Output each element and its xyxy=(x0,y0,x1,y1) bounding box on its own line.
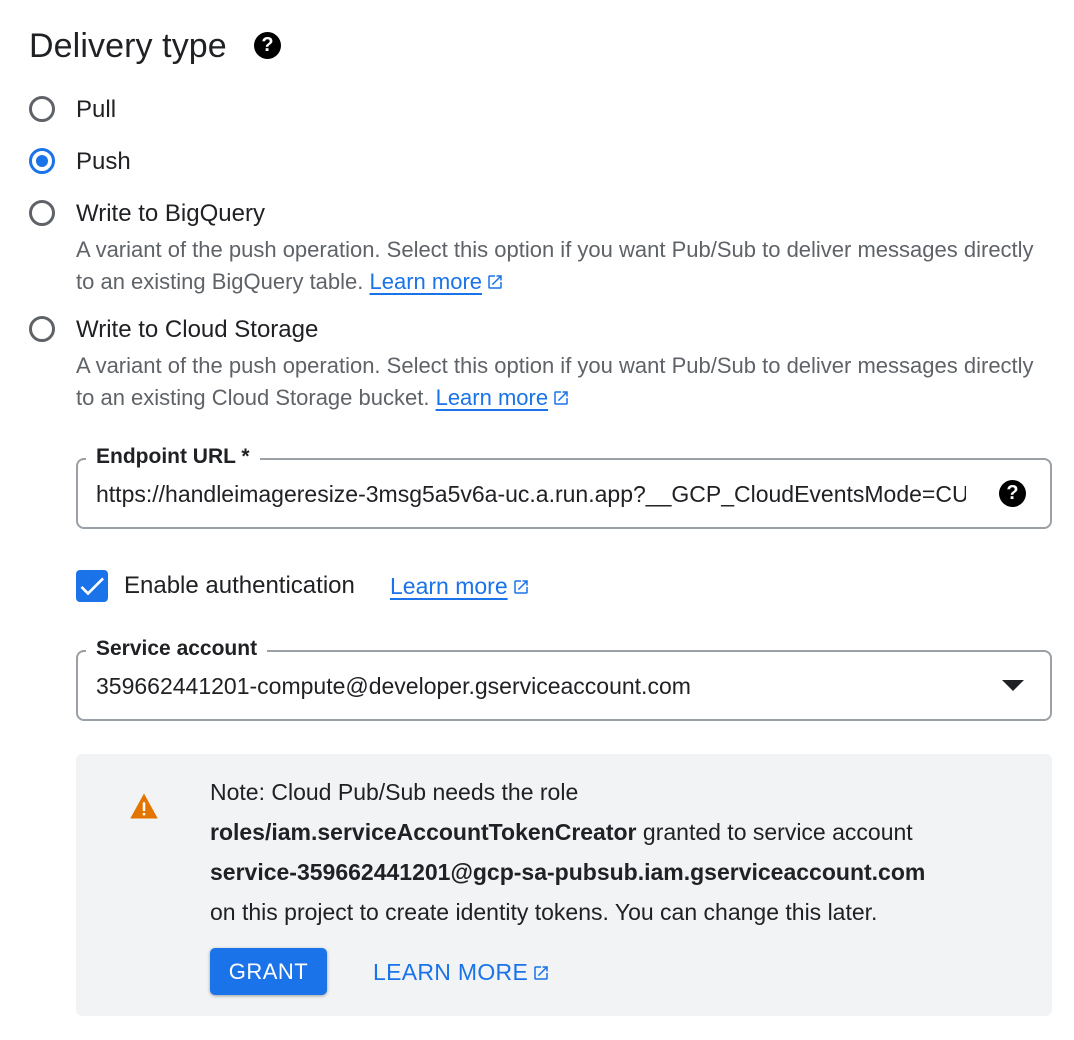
option-description-bigquery: A variant of the push operation. Select … xyxy=(76,234,1056,298)
learn-more-link-cloud-storage[interactable]: Learn more xyxy=(436,385,549,410)
radio-pull[interactable] xyxy=(29,96,55,122)
note-text: Note: Cloud Pub/Sub needs the role roles… xyxy=(210,772,1030,932)
description-text: A variant of the push operation. Select … xyxy=(76,237,1034,294)
service-account-label: Service account xyxy=(86,637,268,661)
service-account-value: 359662441201-compute@developer.gservicea… xyxy=(96,673,691,699)
learn-more-link-auth[interactable]: Learn more xyxy=(390,573,508,599)
option-label-pull: Pull xyxy=(76,96,117,123)
external-link-icon[interactable] xyxy=(486,273,504,291)
enable-auth-checkbox[interactable] xyxy=(76,570,108,602)
grant-button[interactable]: GRANT xyxy=(210,948,327,995)
help-icon[interactable]: ? xyxy=(254,32,281,59)
enable-auth-label: Enable authentication xyxy=(124,572,355,599)
learn-more-label: LEARN MORE xyxy=(373,959,529,985)
learn-more-button[interactable]: LEARN MORE xyxy=(373,956,550,988)
note-line-4: on this project to create identity token… xyxy=(210,899,878,925)
radio-cloud-storage[interactable] xyxy=(29,316,55,342)
option-description-cloud-storage: A variant of the push operation. Select … xyxy=(76,350,1056,414)
note-line-2: roles/iam.serviceAccountTokenCreator gra… xyxy=(210,812,1030,852)
endpoint-url-label: Endpoint URL * xyxy=(86,445,260,469)
external-link-icon xyxy=(534,966,548,980)
section-title: Delivery type xyxy=(29,27,227,65)
auth-learn-more: Learn more xyxy=(390,571,530,602)
warning-icon xyxy=(130,793,158,819)
learn-more-link-bigquery[interactable]: Learn more xyxy=(370,269,483,294)
note-line-2-rest: granted to service account xyxy=(636,819,913,845)
radio-push[interactable] xyxy=(29,148,55,174)
role-name: roles/iam.serviceAccountTokenCreator xyxy=(210,819,637,845)
help-icon[interactable]: ? xyxy=(999,480,1026,507)
check-icon xyxy=(80,577,104,596)
option-label-bigquery: Write to BigQuery xyxy=(76,200,265,227)
radio-bigquery[interactable] xyxy=(29,200,55,226)
external-link-icon[interactable] xyxy=(512,578,530,596)
endpoint-url-input[interactable]: https://handleimageresize-3msg5a5v6a-uc.… xyxy=(96,479,966,509)
option-label-cloud-storage: Write to Cloud Storage xyxy=(76,316,319,343)
service-account-name: service-359662441201@gcp-sa-pubsub.iam.g… xyxy=(210,859,926,885)
note-line-1: Note: Cloud Pub/Sub needs the role xyxy=(210,779,579,805)
external-link-icon[interactable] xyxy=(552,389,570,407)
option-label-push: Push xyxy=(76,148,131,175)
note-line-3: service-359662441201@gcp-sa-pubsub.iam.g… xyxy=(210,852,1030,892)
dropdown-arrow-icon[interactable] xyxy=(1002,680,1024,692)
